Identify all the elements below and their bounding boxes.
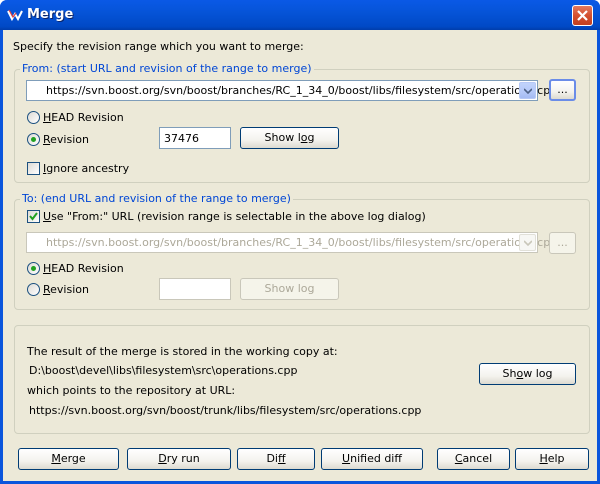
working-copy-path: D:\boost\devel\libs\filesystem\src\opera… [29, 364, 298, 377]
dry-run-button-label: Dry run [158, 452, 200, 465]
to-head-revision-label: HEAD Revision [43, 262, 124, 275]
repository-url: https://svn.boost.org/svn/boost/trunk/li… [29, 404, 422, 417]
to-group-label: To: (end URL and revision of the range t… [20, 192, 293, 205]
use-from-url-label: Use "From:" URL (revision range is selec… [43, 210, 426, 223]
from-url-browse-button[interactable]: ... [549, 79, 576, 101]
help-button-label: Help [539, 452, 565, 465]
use-from-url-checkbox[interactable] [27, 210, 40, 223]
result-line-2: which points to the repository at URL: [27, 384, 236, 397]
from-show-log-label: Show log [264, 131, 315, 144]
close-icon [577, 10, 588, 21]
diff-button-label: Diff [266, 452, 286, 465]
checkmark-icon [29, 212, 38, 221]
window-title: Merge [27, 7, 74, 22]
from-revision-label: Revision [43, 133, 89, 146]
result-show-log-button[interactable]: Show log [479, 363, 576, 385]
to-revision-radio[interactable] [27, 283, 40, 296]
from-revision-radio[interactable] [27, 133, 40, 146]
title-bar[interactable]: Merge [0, 0, 600, 30]
from-revision-input[interactable]: 37476 [159, 127, 231, 149]
from-url-combobox[interactable]: https://svn.boost.org/svn/boost/branches… [26, 80, 557, 101]
cancel-button-label: Cancel [454, 452, 493, 465]
from-url-value: https://svn.boost.org/svn/boost/branches… [46, 84, 558, 97]
to-url-combobox: https://svn.boost.org/svn/boost/branches… [26, 232, 557, 253]
to-url-dropdown-button [519, 234, 536, 251]
from-show-log-button[interactable]: Show log [240, 127, 339, 149]
close-button[interactable] [572, 5, 593, 26]
from-url-dropdown-button[interactable] [519, 82, 536, 99]
chevron-down-icon [524, 88, 532, 94]
diff-button[interactable]: Diff [237, 448, 315, 470]
intro-text: Specify the revision range which you wan… [13, 40, 304, 53]
result-show-log-label: Show log [502, 367, 553, 380]
chevron-down-icon [524, 240, 532, 246]
cancel-button[interactable]: Cancel [437, 448, 510, 470]
to-head-revision-radio[interactable] [27, 262, 40, 275]
unified-diff-button[interactable]: Unified diff [321, 448, 423, 470]
to-url-value: https://svn.boost.org/svn/boost/branches… [46, 236, 558, 249]
result-line-1: The result of the merge is stored in the… [27, 345, 338, 358]
dry-run-button[interactable]: Dry run [127, 448, 231, 470]
merge-button[interactable]: Merge [18, 448, 119, 470]
to-show-log-button: Show log [240, 278, 339, 300]
merge-button-label: Merge [51, 452, 86, 465]
tortoisesvn-icon [7, 9, 23, 22]
unified-diff-button-label: Unified diff [342, 452, 402, 465]
from-head-revision-label: HEAD Revision [43, 111, 124, 124]
help-button[interactable]: Help [515, 448, 589, 470]
merge-dialog: Merge Specify the revision range which y… [0, 0, 600, 484]
from-revision-value: 37476 [164, 132, 199, 145]
from-group-label: From: (start URL and revision of the ran… [20, 62, 314, 75]
to-url-browse-button: ... [549, 232, 576, 254]
to-revision-input [159, 278, 231, 300]
ignore-ancestry-label: Ignore ancestry [43, 162, 130, 175]
from-head-revision-radio[interactable] [27, 111, 40, 124]
to-revision-label: Revision [43, 283, 89, 296]
ignore-ancestry-checkbox[interactable] [27, 162, 40, 175]
